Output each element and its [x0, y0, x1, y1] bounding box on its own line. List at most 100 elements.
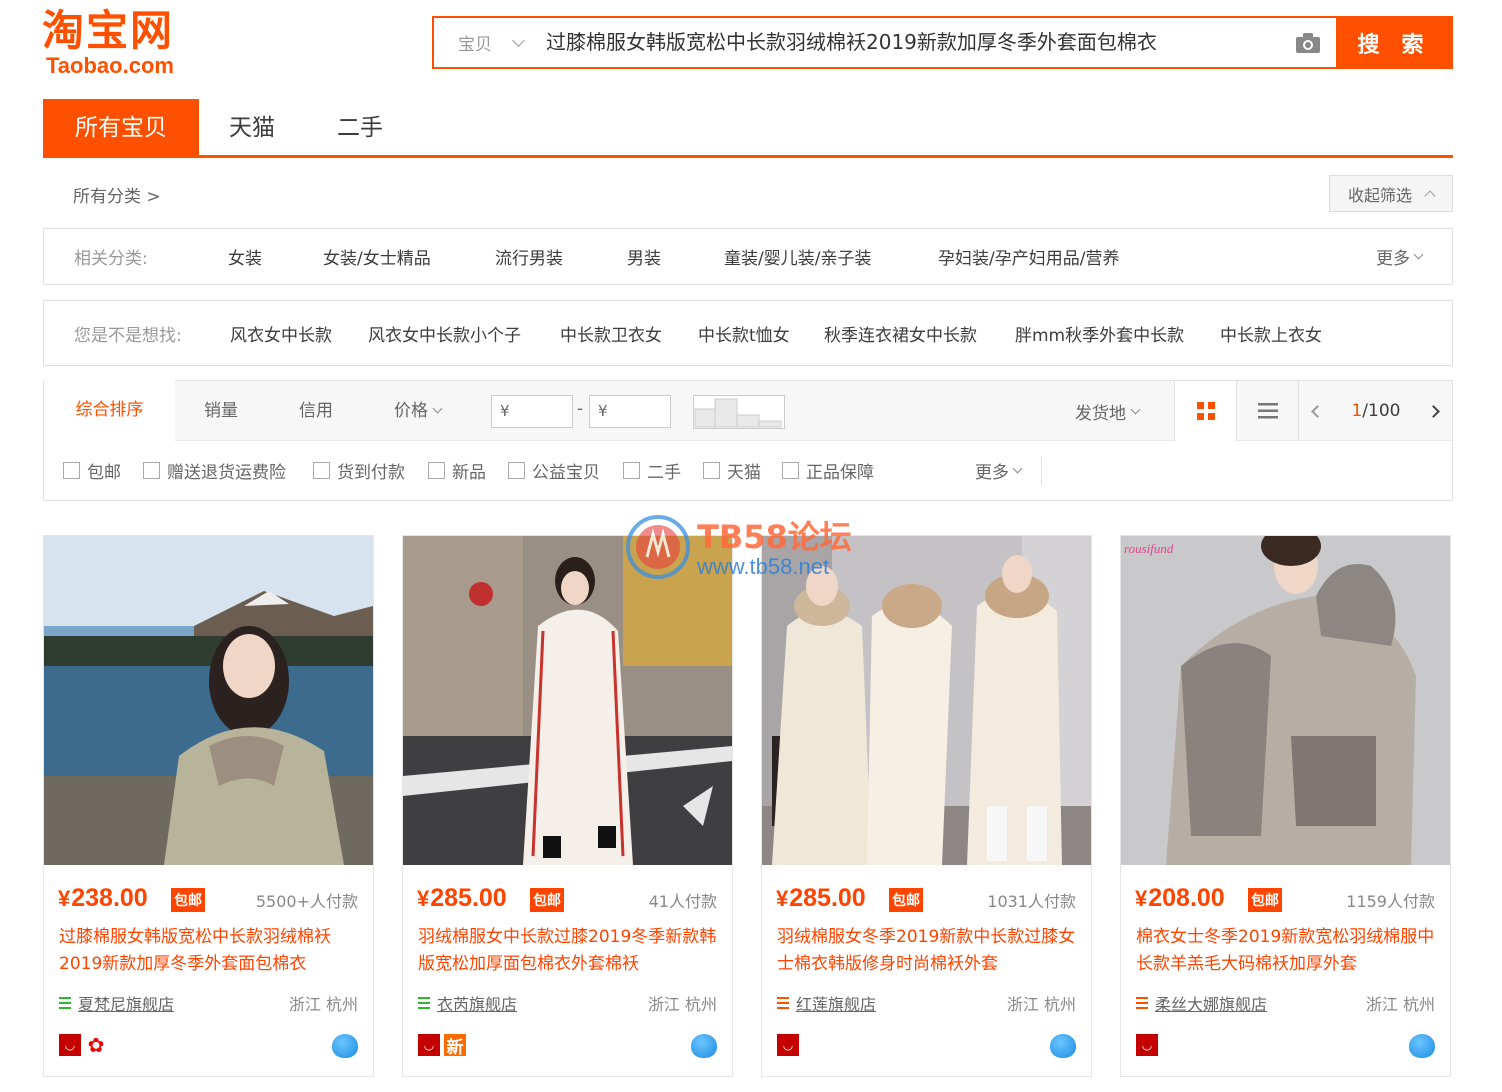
product-image[interactable] — [403, 536, 732, 865]
checkbox[interactable] — [508, 462, 525, 479]
product-title-link[interactable]: 过膝棉服女韩版宽松中长款羽绒棉袄2019新款加厚冬季外套面包棉衣 — [59, 924, 359, 978]
prev-page-icon[interactable] — [1311, 404, 1325, 418]
sort-credit[interactable]: 信用 — [299, 381, 333, 441]
chevron-down-icon — [1130, 404, 1141, 414]
wangwang-chat-icon[interactable] — [1050, 1034, 1076, 1058]
related-more-label: 更多 — [1376, 249, 1410, 269]
sales-count: 1031人付款 — [987, 892, 1076, 911]
filter-label: 包邮 — [87, 463, 121, 483]
suggest-item[interactable]: 风衣女中长款小个子 — [368, 321, 521, 346]
product-card[interactable]: ¥238.00 包邮 5500+人付款 过膝棉服女韩版宽松中长款羽绒棉袄2019… — [43, 535, 374, 1077]
sort-filter-bar: 综合排序 销量 信用 价格 ¥ - ¥ 发货地 1/100 包邮 赠送退货运费险… — [43, 380, 1453, 501]
related-more-button[interactable]: 更多 — [1376, 244, 1424, 269]
suggest-item[interactable]: 中长款上衣女 — [1220, 321, 1322, 346]
collapse-filter-label: 收起筛选 — [1347, 185, 1412, 205]
search-button[interactable]: 搜 索 — [1336, 16, 1453, 69]
next-page-icon[interactable] — [1427, 404, 1441, 418]
suggest-item[interactable]: 中长款t恤女 — [698, 321, 790, 346]
chevron-down-icon — [1413, 249, 1424, 260]
filter-authentic[interactable]: 正品保障 — [782, 458, 874, 483]
price-max-input[interactable]: ¥ — [589, 395, 671, 428]
free-shipping-badge: 包邮 — [1248, 888, 1282, 912]
tmall-icon[interactable]: ◡ — [418, 1034, 440, 1056]
product-image[interactable] — [44, 536, 373, 865]
shop-link[interactable]: 衣芮旗舰店 — [418, 991, 517, 1015]
search-input[interactable]: 过膝棉服女韩版宽松中长款羽绒棉袄2019新款加厚冬季外套面包棉衣 — [534, 18, 1280, 67]
product-image[interactable]: rousifund — [1121, 536, 1450, 865]
filter-second-hand[interactable]: 二手 — [623, 458, 681, 483]
shop-icon — [1136, 997, 1148, 1009]
shop-icon — [418, 997, 430, 1009]
sort-row: 综合排序 销量 信用 价格 ¥ - ¥ 发货地 1/100 — [44, 380, 1452, 441]
suggest-item[interactable]: 风衣女中长款 — [230, 321, 332, 346]
product-card[interactable]: ¥285.00 包邮 41人付款 羽绒棉服女中长款过膝2019冬季新款韩版宽松加… — [402, 535, 733, 1077]
wangwang-chat-icon[interactable] — [332, 1034, 358, 1058]
sort-default[interactable]: 综合排序 — [44, 380, 175, 441]
filter-free-shipping[interactable]: 包邮 — [63, 458, 121, 483]
product-title-link[interactable]: 羽绒棉服女中长款过膝2019冬季新款韩版宽松加厚面包棉衣外套棉袄 — [418, 924, 718, 978]
filter-label: 二手 — [647, 463, 681, 483]
flower-icon[interactable]: ✿ — [85, 1033, 107, 1057]
wangwang-chat-icon[interactable] — [691, 1034, 717, 1058]
shop-location: 浙江 杭州 — [288, 995, 358, 1014]
logo-en: Taobao.com — [46, 53, 174, 78]
product-card[interactable]: rousifund ¥208.00 包邮 1159人付款 棉衣女士冬季2019新… — [1120, 535, 1451, 1077]
sort-sales[interactable]: 销量 — [204, 381, 238, 441]
checkbox[interactable] — [63, 462, 80, 479]
filter-label: 天猫 — [727, 463, 761, 483]
related-item[interactable]: 流行男装 — [495, 244, 563, 269]
filter-tmall[interactable]: 天猫 — [703, 458, 761, 483]
search-scope-select[interactable]: 宝贝 — [434, 18, 534, 67]
shop-link[interactable]: 夏梵尼旗舰店 — [59, 991, 174, 1015]
filter-return-insurance[interactable]: 赠送退货运费险 — [143, 458, 286, 483]
product-title-link[interactable]: 棉衣女士冬季2019新款宽松羽绒棉服中长款羊羔毛大码棉袄加厚外套 — [1136, 924, 1436, 978]
sort-price[interactable]: 价格 — [394, 381, 443, 441]
related-item[interactable]: 童装/婴儿装/亲子装 — [724, 244, 871, 269]
suggest-item[interactable]: 中长款卫衣女 — [560, 321, 662, 346]
list-view-icon[interactable] — [1236, 381, 1298, 441]
camera-icon[interactable] — [1280, 18, 1336, 67]
product-price: ¥285.00 — [776, 884, 866, 913]
badge-list: ◡ — [777, 1034, 799, 1056]
suggest-item[interactable]: 秋季连衣裙女中长款 — [824, 321, 977, 346]
checkbox[interactable] — [782, 462, 799, 479]
checkbox[interactable] — [143, 462, 160, 479]
filter-label: 赠送退货运费险 — [167, 463, 286, 483]
tab-tmall[interactable]: 天猫 — [199, 99, 305, 155]
tab-second-hand[interactable]: 二手 — [305, 99, 413, 155]
shop-link[interactable]: 柔丝大娜旗舰店 — [1136, 991, 1267, 1015]
breadcrumb[interactable]: 所有分类 > — [73, 182, 161, 207]
checkbox[interactable] — [313, 462, 330, 479]
related-item[interactable]: 孕妇装/孕产妇用品/营养 — [938, 244, 1119, 269]
tmall-icon[interactable]: ◡ — [59, 1034, 81, 1056]
filter-new[interactable]: 新品 — [428, 458, 486, 483]
filter-charity[interactable]: 公益宝贝 — [508, 458, 600, 483]
product-image[interactable] — [762, 536, 1091, 865]
related-item[interactable]: 女装 — [228, 244, 262, 269]
checkbox[interactable] — [703, 462, 720, 479]
checkbox[interactable] — [623, 462, 640, 479]
filter-more-button[interactable]: 更多 — [975, 458, 1023, 483]
new-icon[interactable]: 新 — [444, 1034, 466, 1058]
tab-all-items[interactable]: 所有宝贝 — [43, 99, 199, 155]
related-categories: 相关分类: 女装 女装/女士精品 流行男装 男装 童装/婴儿装/亲子装 孕妇装/… — [43, 228, 1453, 285]
ship-from-dropdown[interactable]: 发货地 — [1075, 381, 1141, 441]
shop-link[interactable]: 红莲旗舰店 — [777, 991, 876, 1015]
related-item[interactable]: 女装/女士精品 — [323, 244, 431, 269]
price-range-chart-icon — [693, 395, 785, 429]
page-total: /100 — [1362, 401, 1401, 421]
product-card[interactable]: ¥285.00 包邮 1031人付款 羽绒棉服女冬季2019新款中长款过膝女士棉… — [761, 535, 1092, 1077]
grid-view-icon[interactable] — [1174, 381, 1236, 441]
related-item[interactable]: 男装 — [627, 244, 661, 269]
wangwang-chat-icon[interactable] — [1409, 1034, 1435, 1058]
suggest-item[interactable]: 胖mm秋季外套中长款 — [1015, 321, 1184, 346]
filter-cod[interactable]: 货到付款 — [313, 458, 405, 483]
checkbox[interactable] — [428, 462, 445, 479]
tmall-icon[interactable]: ◡ — [777, 1034, 799, 1056]
collapse-filter-button[interactable]: 收起筛选 — [1329, 175, 1453, 212]
price-min-input[interactable]: ¥ — [491, 395, 573, 428]
product-title-link[interactable]: 羽绒棉服女冬季2019新款中长款过膝女士棉衣韩版修身时尚棉袄外套 — [777, 924, 1077, 978]
taobao-logo[interactable]: 淘宝网 Taobao.com — [42, 8, 207, 80]
tmall-icon[interactable]: ◡ — [1136, 1034, 1158, 1056]
shop-location: 浙江 杭州 — [1006, 995, 1076, 1014]
